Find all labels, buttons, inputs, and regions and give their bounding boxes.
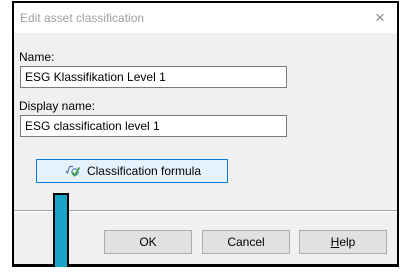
display-name-label: Display name: [19,99,96,113]
button-separator [14,210,397,212]
cyan-pointer-marker [53,193,69,267]
dialog-title: Edit asset classification [20,11,145,25]
classification-formula-button[interactable]: Classification formula [36,159,228,183]
help-label-rest: elp [339,235,356,249]
cancel-button[interactable]: Cancel [202,230,290,254]
name-label: Name: [19,50,55,64]
display-name-field[interactable]: ESG classification level 1 [20,115,287,137]
edit-asset-classification-dialog: Edit asset classification × Name: ESG Kl… [12,1,399,267]
help-button[interactable]: Help [299,230,387,254]
classification-formula-label: Classification formula [86,164,202,178]
formula-check-icon [65,165,81,177]
close-icon[interactable]: × [370,8,390,28]
title-bar: Edit asset classification × [14,3,397,33]
ok-button[interactable]: OK [104,230,192,254]
name-field[interactable]: ESG Klassifikation Level 1 [20,66,287,88]
